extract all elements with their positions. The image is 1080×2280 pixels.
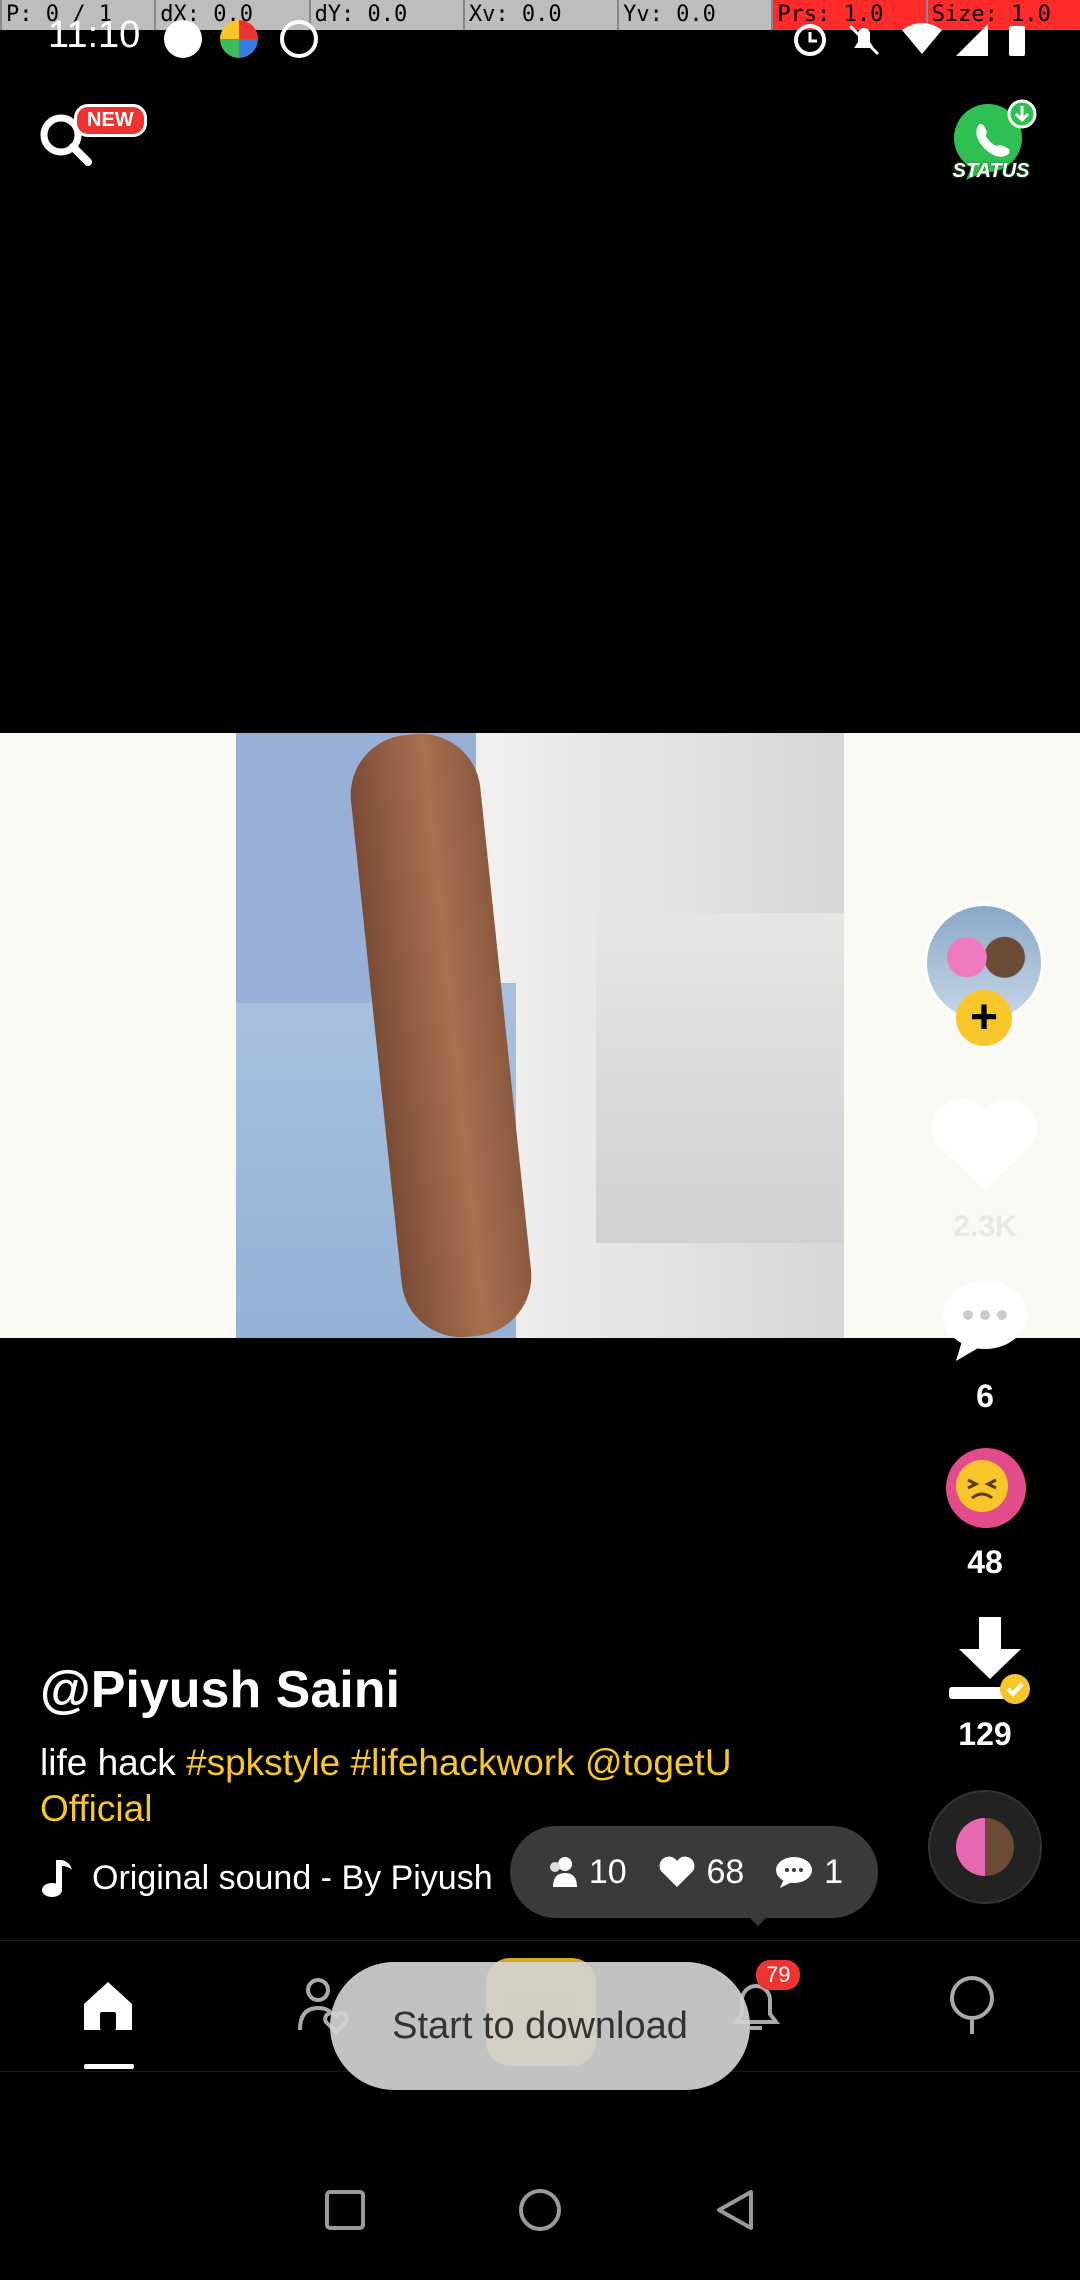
home-icon [84, 1982, 132, 2030]
music-note-icon [42, 1860, 72, 1897]
stats-popup: 10 68 1 [510, 1826, 878, 1918]
download-icon [949, 1617, 1030, 1704]
creator-username[interactable]: @Piyush Saini [40, 1660, 400, 1720]
follow-button[interactable]: + [956, 990, 1012, 1046]
home-circle-icon[interactable] [517, 2187, 563, 2233]
emoji-face-icon [956, 1460, 1008, 1512]
heart-icon [659, 1856, 694, 1887]
back-icon[interactable] [713, 2188, 757, 2232]
alarm-icon [794, 24, 826, 56]
stats-likes: 68 [657, 1852, 745, 1892]
app-notification-icon [220, 20, 258, 58]
active-tab-indicator [84, 2064, 134, 2069]
stats-comments-value: 1 [824, 1852, 844, 1891]
stats-popup-pointer [744, 1912, 772, 1926]
stats-likes-value: 68 [706, 1852, 745, 1891]
mute-icon [848, 24, 880, 56]
new-badge: NEW [74, 104, 147, 137]
debug-dy: dY: 0.0 [308, 0, 463, 30]
sync-icon [280, 20, 318, 58]
download-button[interactable] [945, 1615, 1035, 1715]
music-disc-cover [956, 1818, 1014, 1876]
reaction-button[interactable] [946, 1448, 1026, 1528]
status-time: 11:10 [48, 14, 141, 56]
battery-icon [1009, 26, 1025, 56]
debug-xv: Xv: 0.0 [462, 0, 618, 30]
like-count: 2.3K [953, 1210, 1017, 1243]
hashtag[interactable]: #spkstyle [186, 1742, 340, 1783]
comment-count: 6 [976, 1378, 994, 1414]
recents-icon[interactable] [323, 2188, 367, 2232]
download-toast: Start to download [330, 1962, 750, 2090]
debug-yv: Yv: 0.0 [617, 0, 772, 30]
heart-icon[interactable] [925, 1090, 1045, 1200]
caption-text: life hack [40, 1742, 176, 1783]
sound-row[interactable]: Original sound - By Piyush [40, 1858, 493, 1898]
system-navigation-bar [0, 2140, 1080, 2280]
cellular-signal-icon [956, 24, 988, 56]
comment-icon [776, 1857, 813, 1888]
notification-badge: 79 [756, 1960, 801, 1990]
stats-followers-value: 10 [588, 1852, 627, 1891]
stats-comments: 1 [774, 1853, 843, 1892]
sound-name: Original sound - By Piyush [92, 1858, 493, 1897]
download-count: 129 [958, 1716, 1012, 1752]
music-disc[interactable] [928, 1790, 1042, 1904]
users-icon [549, 1857, 577, 1887]
whatsapp-status-button[interactable]: STATUS [944, 96, 1038, 190]
nav-home[interactable] [0, 1941, 216, 2071]
post-caption: life hack #spkstyle #lifehackwork @toget… [40, 1740, 840, 1832]
comment-icon[interactable] [940, 1275, 1030, 1365]
video-background [596, 913, 844, 1243]
hashtag[interactable]: #lifehackwork [351, 1742, 575, 1783]
stats-followers: 10 [545, 1853, 627, 1892]
app-notification-icon [164, 20, 202, 58]
video-frame-image [236, 733, 844, 1338]
status-label: STATUS [952, 160, 1030, 182]
debug-size: Size: 1.0 [925, 0, 1080, 30]
reaction-count: 48 [967, 1544, 1003, 1580]
nav-profile[interactable] [864, 1941, 1080, 2071]
profile-icon [950, 1976, 994, 2034]
video-player[interactable] [0, 733, 1080, 1338]
wifi-icon [902, 23, 942, 54]
